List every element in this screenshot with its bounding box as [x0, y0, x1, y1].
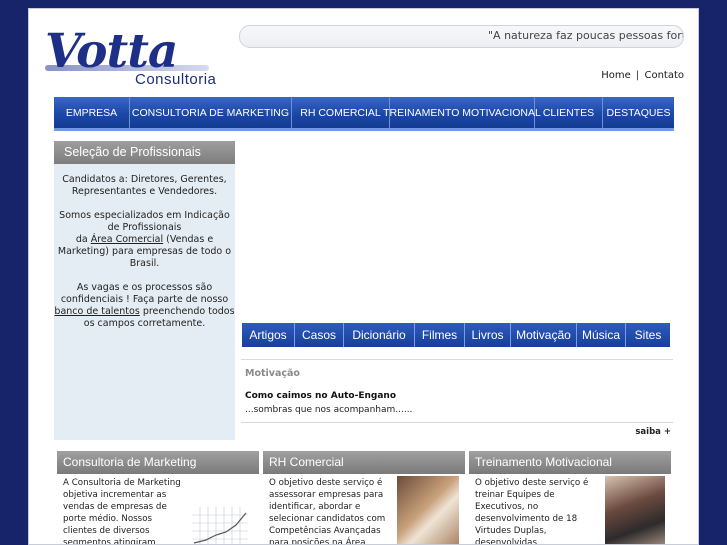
handshake-photo: [397, 476, 459, 544]
logo-subtitle: Consultoria: [135, 71, 217, 88]
sidebar-p2-text-b: da: [75, 234, 91, 245]
top-links: Home | Contato: [601, 70, 684, 81]
area-comercial-link[interactable]: Área Comercial: [91, 234, 163, 245]
featured-article: Motivação Como caimos no Auto-Engano ...…: [241, 359, 673, 439]
cat-dicionario[interactable]: Dicionário: [344, 323, 415, 347]
logo-word: Votta: [45, 24, 178, 79]
column-title[interactable]: Consultoria de Marketing: [57, 451, 259, 474]
sidebar-title: Seleção de Profissionais: [54, 141, 235, 164]
sidebar-selecao-profissionais: Seleção de Profissionais Candidatos a: D…: [54, 141, 235, 440]
cat-sites[interactable]: Sites: [626, 323, 670, 347]
column-treinamento-motivacional: Treinamento Motivacional O objetivo dest…: [469, 451, 671, 545]
column-title[interactable]: RH Comercial: [263, 451, 465, 474]
sidebar-paragraph-1: Candidatos a: Diretores, Gerentes, Repre…: [62, 174, 227, 197]
feature-subtitle: ...sombras que nos acompanham......: [245, 405, 413, 415]
banner-area: [241, 143, 671, 321]
link-separator: |: [635, 70, 640, 81]
growth-chart-image: [192, 507, 248, 544]
column-text: O objetivo deste serviço é assessorar em…: [269, 478, 386, 545]
nav-treinamento-motivacional[interactable]: TREINAMENTO MOTIVACIONAL: [383, 97, 541, 128]
nav-clientes[interactable]: CLIENTES: [535, 97, 603, 128]
category-nav: Artigos Casos Dicionário Filmes Livros M…: [242, 323, 670, 347]
feature-category: Motivação: [245, 368, 300, 379]
nav-destaques[interactable]: DESTAQUES: [603, 97, 674, 128]
banco-talentos-link[interactable]: banco de talentos: [54, 306, 139, 317]
column-consultoria-marketing: Consultoria de Marketing A Consultoria d…: [57, 451, 259, 545]
cat-livros[interactable]: Livros: [465, 323, 511, 347]
saiba-mais-link[interactable]: saiba +: [635, 427, 671, 437]
cat-filmes[interactable]: Filmes: [415, 323, 465, 347]
page-container: Votta Consultoria "A natureza faz poucas…: [28, 8, 699, 545]
sidebar-p3-text-a: As vagas e os processos são confidenciai…: [60, 282, 229, 305]
nav-consultoria-marketing[interactable]: CONSULTORIA DE MARKETING: [130, 97, 292, 128]
column-rh-comercial: RH Comercial O objetivo deste serviço é …: [263, 451, 465, 545]
column-title[interactable]: Treinamento Motivacional: [469, 451, 671, 474]
cat-casos[interactable]: Casos: [295, 323, 344, 347]
sidebar-paragraph-2: Somos especializados em Indicação de Pro…: [54, 210, 235, 270]
service-columns: Consultoria de Marketing A Consultoria d…: [57, 451, 671, 545]
quote-text: "A natureza faz poucas pessoas fortes, m: [488, 29, 683, 42]
cat-motivacao[interactable]: Motivação: [511, 323, 577, 347]
home-link[interactable]: Home: [601, 70, 631, 81]
quote-ticker: "A natureza faz poucas pessoas fortes, m: [239, 25, 684, 48]
feature-title-link[interactable]: Como caimos no Auto-Engano: [245, 391, 396, 401]
nav-rh-comercial[interactable]: RH COMERCIAL: [292, 97, 390, 128]
sidebar-paragraph-3: As vagas e os processos são confidenciai…: [54, 282, 235, 330]
feature-divider: [241, 422, 673, 423]
votta-logo[interactable]: Votta Consultoria: [45, 24, 217, 88]
team-photo: [605, 476, 665, 544]
sidebar-body: Candidatos a: Diretores, Gerentes, Repre…: [54, 164, 235, 330]
cat-musica[interactable]: Música: [577, 323, 626, 347]
sidebar-p2-text-a: Somos especializados em Indicação de Pro…: [59, 210, 230, 233]
column-text: O objetivo deste serviço é treinar Equip…: [475, 478, 589, 545]
main-nav: EMPRESA CONSULTORIA DE MARKETING RH COME…: [54, 97, 674, 131]
contact-link[interactable]: Contato: [644, 70, 684, 81]
cat-artigos[interactable]: Artigos: [242, 323, 295, 347]
nav-empresa[interactable]: EMPRESA: [54, 97, 130, 128]
column-text: A Consultoria de Marketing objetiva incr…: [63, 478, 181, 545]
